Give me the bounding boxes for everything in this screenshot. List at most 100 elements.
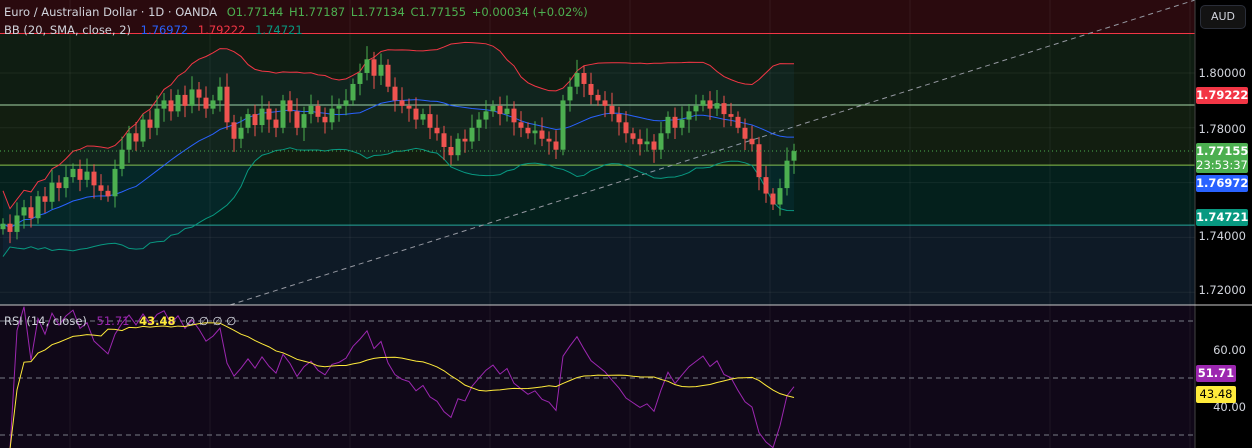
candle-body <box>497 105 503 115</box>
candle-body <box>322 116 328 123</box>
currency-button[interactable]: AUD <box>1200 5 1246 29</box>
candle-body <box>238 127 244 139</box>
bar-countdown: 23:53:37 <box>1196 158 1248 172</box>
candle-body <box>560 100 566 150</box>
candle-body <box>147 119 153 128</box>
bb-lower-value: 1.74721 <box>255 23 303 37</box>
price-tick: 1.80000 <box>1198 66 1246 80</box>
candle-body <box>210 100 216 109</box>
candle-body <box>518 122 524 128</box>
candle-body <box>581 73 587 84</box>
candle-body <box>119 149 125 169</box>
candle-body <box>378 64 384 76</box>
candle-body <box>546 138 552 142</box>
candle-body <box>70 168 76 178</box>
candle-body <box>98 185 104 191</box>
candle-body <box>441 133 447 147</box>
ohlc-high: H1.77187 <box>289 5 346 19</box>
candle-body <box>140 119 146 142</box>
rsi-label: RSI (14, close) <box>4 314 87 328</box>
candle-body <box>756 144 762 178</box>
candle-body <box>406 105 412 109</box>
candle-body <box>763 177 769 194</box>
candle-body <box>385 64 391 87</box>
candle-body <box>273 119 279 128</box>
candle-body <box>427 114 433 128</box>
candle-body <box>287 100 293 112</box>
candle-body <box>231 122 237 139</box>
rsi-extra-values: ∅ ∅ ∅ ∅ <box>185 314 237 328</box>
candle-body <box>609 105 615 115</box>
candle-body <box>252 114 258 126</box>
candle-body <box>630 133 636 139</box>
candle-body <box>336 105 342 109</box>
candle-body <box>84 171 90 180</box>
candle-body <box>700 100 706 106</box>
candle-body <box>728 114 734 117</box>
candle-body <box>462 138 468 142</box>
candle-body <box>203 97 209 109</box>
candle-body <box>616 114 622 123</box>
candle-body <box>315 105 321 117</box>
candle-body <box>175 94 181 112</box>
last-price: 1.77155 <box>1196 144 1249 158</box>
candle-body <box>329 108 335 123</box>
candle-body <box>567 86 573 101</box>
candle-body <box>770 193 776 205</box>
candle-body <box>476 119 482 128</box>
rsi-value: 51.71 <box>96 314 130 328</box>
candle-body <box>623 122 629 134</box>
rsi-ma-tag: 43.48 <box>1196 386 1236 403</box>
candle-body <box>392 86 398 101</box>
candle-body <box>0 223 6 230</box>
price-chart[interactable] <box>0 0 1252 448</box>
symbol-title[interactable]: Euro / Australian Dollar · 1D · OANDA <box>4 5 217 19</box>
candle-body <box>420 114 426 120</box>
candle-body <box>539 130 545 139</box>
candle-body <box>504 108 510 115</box>
ohlc-change: +0.00034 (+0.02%) <box>471 5 588 19</box>
candle-body <box>161 100 167 109</box>
candle-body <box>595 94 601 101</box>
candle-body <box>371 59 377 76</box>
candle-body <box>91 171 97 186</box>
candle-body <box>588 83 594 95</box>
price-tick: 1.74000 <box>1198 229 1246 243</box>
bb-lower-tag: 1.74721 <box>1196 209 1249 226</box>
candle-body <box>294 111 300 128</box>
candle-body <box>189 89 195 106</box>
candle-body <box>679 119 685 128</box>
candle-body <box>399 100 405 106</box>
candle-body <box>35 196 41 219</box>
candle-body <box>707 100 713 109</box>
candle-body <box>42 196 48 202</box>
rsi-tag: 51.71 <box>1196 365 1236 382</box>
candle-body <box>266 108 272 120</box>
candle-body <box>665 116 671 134</box>
candle-body <box>308 105 314 115</box>
ohlc-close: C1.77155 <box>410 5 467 19</box>
bb-basis-tag: 1.76972 <box>1196 175 1249 192</box>
candle-body <box>658 133 664 150</box>
candle-body <box>133 133 139 142</box>
candle-body <box>637 138 643 145</box>
rsi-tick: 60.00 <box>1213 343 1246 357</box>
candle-body <box>749 138 755 145</box>
bb-label: BB (20, SMA, close, 2) <box>4 23 131 37</box>
bb-upper-tag: 1.79222 <box>1196 87 1249 104</box>
bb-upper-value: 1.79222 <box>197 23 246 37</box>
candle-body <box>196 89 202 98</box>
candle-body <box>455 138 461 156</box>
candle-body <box>56 182 62 189</box>
ohlc-low: L1.77134 <box>350 5 405 19</box>
bb-legend[interactable]: BB (20, SMA, close, 2) 1.76972 1.79222 1… <box>4 23 309 37</box>
candle-body <box>553 141 559 150</box>
candle-body <box>217 86 223 101</box>
candle-body <box>28 207 34 219</box>
candle-body <box>343 100 349 106</box>
candle-body <box>714 103 720 109</box>
rsi-legend[interactable]: RSI (14, close) 51.71 43.48 ∅ ∅ ∅ ∅ <box>4 314 242 328</box>
candle-body <box>413 108 419 120</box>
candle-body <box>490 105 496 112</box>
candle-body <box>357 73 363 84</box>
